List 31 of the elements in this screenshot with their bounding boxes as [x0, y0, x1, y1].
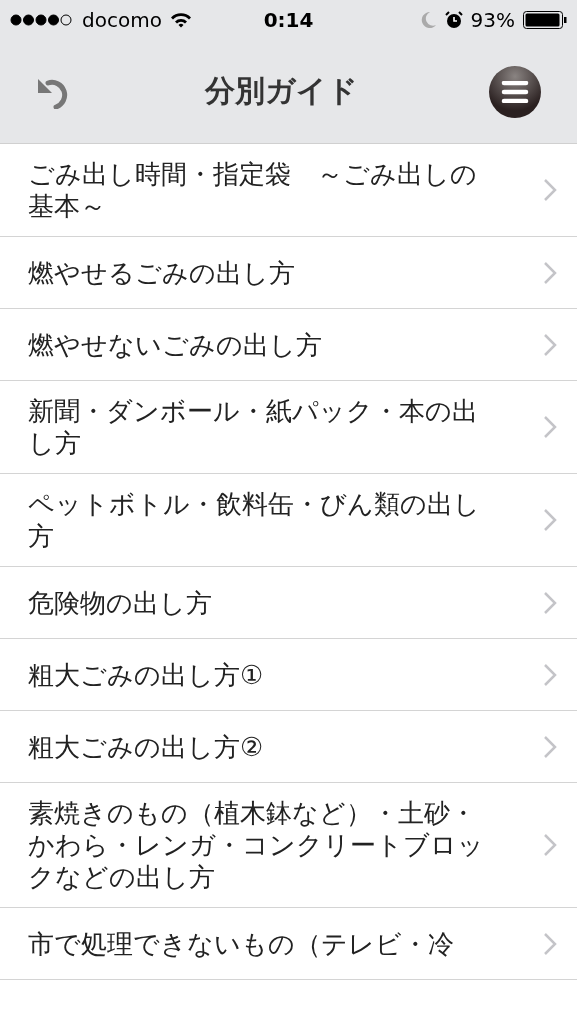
- guide-list-item[interactable]: 市で処理できないもの（テレビ・冷: [0, 908, 577, 980]
- carrier-name: docomo: [82, 8, 162, 32]
- status-time: 0:14: [263, 8, 314, 32]
- guide-list-item[interactable]: 素焼きのもの（植木鉢など）・土砂・かわら・レンガ・コンクリートブロックなどの出し方: [0, 783, 577, 908]
- signal-strength-icon: [10, 14, 74, 26]
- moon-icon: [420, 11, 437, 29]
- chevron-right-icon: [543, 833, 557, 857]
- chevron-right-icon: [543, 590, 557, 615]
- chevron-right-icon: [543, 332, 557, 357]
- chevron-right-icon: [543, 931, 557, 956]
- chevron-right-icon: [543, 178, 557, 202]
- guide-list-item[interactable]: ペットボトル・飲料缶・びん類の出し方: [0, 474, 577, 567]
- guide-list-item[interactable]: ごみ出し時間・指定袋 ～ごみ出しの基本～: [0, 144, 577, 237]
- chevron-right-icon: [543, 734, 557, 759]
- chevron-right-icon: [543, 662, 557, 687]
- guide-list-item[interactable]: 燃やせないごみの出し方: [0, 309, 577, 381]
- guide-list-item[interactable]: 危険物の出し方: [0, 567, 577, 639]
- chevron-right-icon: [543, 260, 557, 285]
- screen-title: 分別ガイド: [205, 72, 358, 110]
- guide-list-item[interactable]: 粗大ごみの出し方②: [0, 711, 577, 783]
- guide-list-item[interactable]: 燃やせるごみの出し方: [0, 237, 577, 309]
- menu-button[interactable]: [489, 65, 541, 118]
- battery-icon: [523, 11, 567, 29]
- wifi-icon: [169, 12, 192, 28]
- chevron-right-icon: [543, 508, 557, 532]
- alarm-clock-icon: [444, 11, 463, 29]
- battery-percentage: 93%: [470, 8, 515, 32]
- menu-icon: [501, 80, 529, 103]
- guide-list-item[interactable]: 新聞・ダンボール・紙パック・本の出し方: [0, 381, 577, 474]
- chevron-right-icon: [543, 415, 557, 439]
- guide-list-item[interactable]: 粗大ごみの出し方①: [0, 639, 577, 711]
